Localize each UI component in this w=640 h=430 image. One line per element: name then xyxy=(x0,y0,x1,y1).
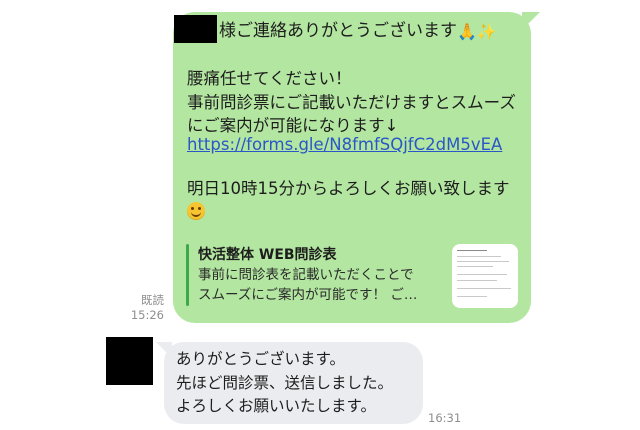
received-time: 16:31 xyxy=(428,411,462,425)
chat-view: 様ご連絡ありがとうございます🙏✨ 腰痛任せてください！ 事前問診票にご記載いただ… xyxy=(0,0,640,430)
greeting-text: 様ご連絡ありがとうございます xyxy=(219,21,457,41)
greeting-line: 様ご連絡ありがとうございます🙏✨ xyxy=(219,19,497,44)
pray-sparkles-emoji: 🙏✨ xyxy=(457,22,497,41)
closing-line: 明日10時15分からよろしくお願い致します xyxy=(187,179,510,198)
outgoing-message-bubble[interactable]: 様ご連絡ありがとうございます🙏✨ 腰痛任せてください！ 事前問診票にご記載いただ… xyxy=(173,12,540,323)
incoming-message-bubble[interactable]: ありがとうございます。 先ほど問診票、送信しました。 よろしくお願いいたします。 xyxy=(156,342,423,424)
sent-time: 15:26 xyxy=(130,308,164,322)
outgoing-meta: 既読 15:26 xyxy=(128,293,164,323)
redacted-name xyxy=(174,15,217,43)
read-label: 既読 xyxy=(141,293,164,307)
preview-thumbnail xyxy=(452,244,518,308)
link-preview-card[interactable]: 快活整体 WEB問診表 事前に問診表を記載いただくことで スムーズにご案内が可能… xyxy=(186,244,518,308)
bubble-tail xyxy=(156,342,172,358)
preview-description: 事前に問診表を記載いただくことで スムーズにご案内が可能です！ ご… xyxy=(198,267,418,303)
form-link[interactable]: https://forms.gle/N8fmfSQjfC2dM5vEA xyxy=(187,134,502,156)
avatar[interactable] xyxy=(106,337,153,385)
message-body: 腰痛任せてください！ 事前問診票にご記載いただけますとスムーズにご案内が可能にな… xyxy=(187,69,516,135)
incoming-message-text: ありがとうございます。 先ほど問診票、送信しました。 よろしくお願いいたします。 xyxy=(176,350,394,415)
preview-accent-bar xyxy=(186,244,189,306)
bubble-tail xyxy=(522,12,540,30)
smiling-face-emoji-icon xyxy=(187,202,205,220)
preview-title: 快活整体 WEB問診表 xyxy=(198,247,337,263)
